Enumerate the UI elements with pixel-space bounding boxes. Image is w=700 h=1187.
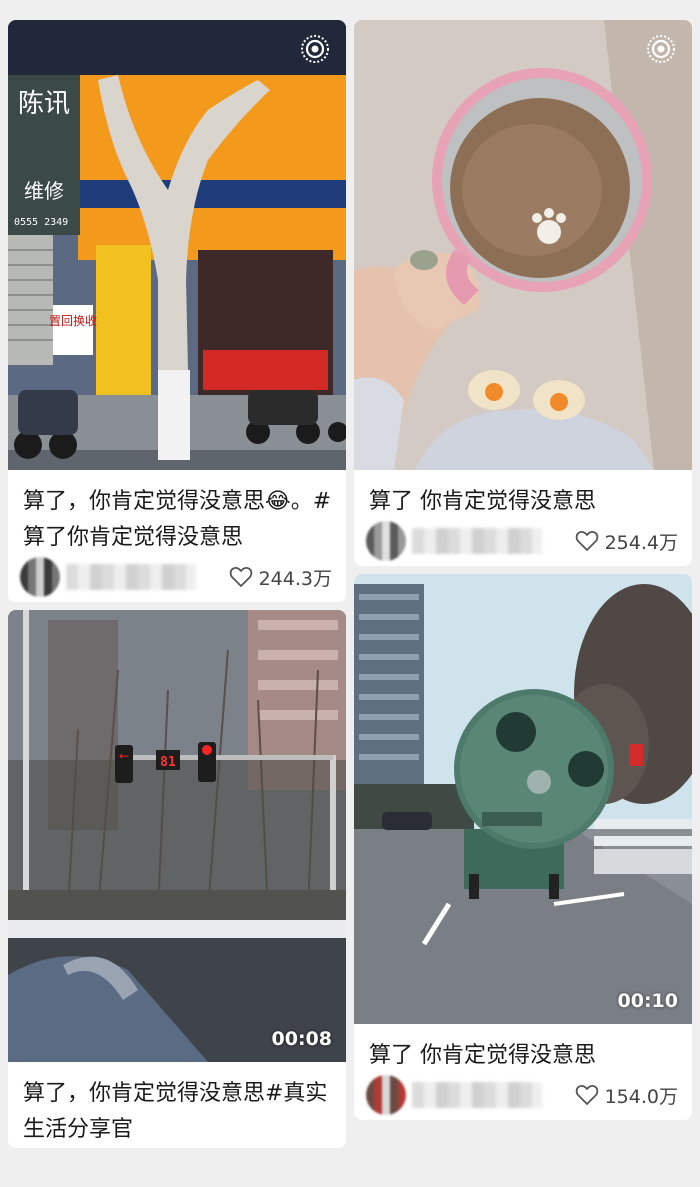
- recycle-sign-text: 置回换收: [49, 314, 97, 328]
- traffic-light-photo: ← 81: [8, 610, 346, 1062]
- feed-card[interactable]: 算了 你肯定觉得没意思 254.4万: [354, 20, 692, 566]
- live-photo-icon: [647, 35, 675, 63]
- video-duration: 00:08: [271, 1028, 332, 1050]
- card-meta: 244.3万: [8, 556, 346, 602]
- truck-road-photo: [354, 574, 692, 1024]
- card-title-text: 算了 你肯定觉得没意思: [369, 1043, 596, 1068]
- svg-text:←: ←: [119, 749, 129, 763]
- heart-icon: [229, 567, 252, 587]
- traffic-countdown-text: 81: [160, 755, 176, 770]
- avatar[interactable]: [20, 557, 60, 597]
- author-name-blurred: [412, 528, 542, 554]
- card-thumbnail[interactable]: 陈讯 维修 0555 2349 置回换收: [8, 20, 346, 470]
- card-meta: 254.4万: [354, 520, 692, 566]
- like-count: 154.0万: [604, 1085, 678, 1108]
- feed-card[interactable]: 00:10 算了 你肯定觉得没意思 154.0万: [354, 574, 692, 1120]
- like-count: 244.3万: [258, 567, 332, 590]
- live-photo-icon: [301, 35, 329, 63]
- avatar[interactable]: [366, 1075, 406, 1115]
- feed-card[interactable]: ← 81 00:08 算了，你肯定觉得没意思#真实生活分享官: [8, 610, 346, 1148]
- card-title[interactable]: 算了 你肯定觉得没意思: [354, 470, 692, 520]
- street-shop-photo: 陈讯 维修 0555 2349 置回换收: [8, 20, 346, 470]
- heart-icon: [575, 531, 598, 551]
- shop-sign-text: 陈讯: [18, 89, 70, 119]
- repair-sign-text: 维修: [24, 179, 64, 203]
- phone-text: 0555 2349: [14, 217, 68, 228]
- author[interactable]: [366, 1075, 542, 1115]
- card-thumbnail[interactable]: [354, 20, 692, 470]
- card-title[interactable]: 算了 你肯定觉得没意思: [354, 1024, 692, 1074]
- card-title[interactable]: 算了，你肯定觉得没意思😂。#算了你肯定觉得没意思: [8, 470, 346, 556]
- heart-icon: [575, 1085, 598, 1105]
- like-button[interactable]: 254.4万: [575, 528, 678, 555]
- card-thumbnail[interactable]: 00:10: [354, 574, 692, 1024]
- card-meta: 154.0万: [354, 1074, 692, 1120]
- avatar[interactable]: [366, 521, 406, 561]
- author[interactable]: [366, 521, 542, 561]
- card-title-text: 算了 你肯定觉得没意思: [369, 489, 596, 514]
- card-thumbnail[interactable]: ← 81 00:08: [8, 610, 346, 1062]
- video-duration: 00:10: [617, 990, 678, 1012]
- card-title-text: 算了，你肯定觉得没意思#真实生活分享官: [23, 1081, 328, 1142]
- feed-column-right: 算了 你肯定觉得没意思 254.4万 00:10 算了 你肯定觉得没意思 154…: [354, 20, 692, 1128]
- like-button[interactable]: 154.0万: [575, 1082, 678, 1109]
- author-name-blurred: [66, 564, 196, 590]
- like-count: 254.4万: [604, 531, 678, 554]
- feed-column-left: 陈讯 维修 0555 2349 置回换收 算了，你肯定觉得没意思😂。#算了你肯定…: [8, 20, 346, 1156]
- author[interactable]: [20, 557, 196, 597]
- card-title-text: 算了，你肯定觉得没意思😂。#算了你肯定觉得没意思: [23, 489, 332, 550]
- like-button[interactable]: 244.3万: [229, 564, 332, 591]
- coffee-mug-photo: [354, 20, 692, 470]
- author-name-blurred: [412, 1082, 542, 1108]
- feed-card[interactable]: 陈讯 维修 0555 2349 置回换收 算了，你肯定觉得没意思😂。#算了你肯定…: [8, 20, 346, 602]
- card-title[interactable]: 算了，你肯定觉得没意思#真实生活分享官: [8, 1062, 346, 1148]
